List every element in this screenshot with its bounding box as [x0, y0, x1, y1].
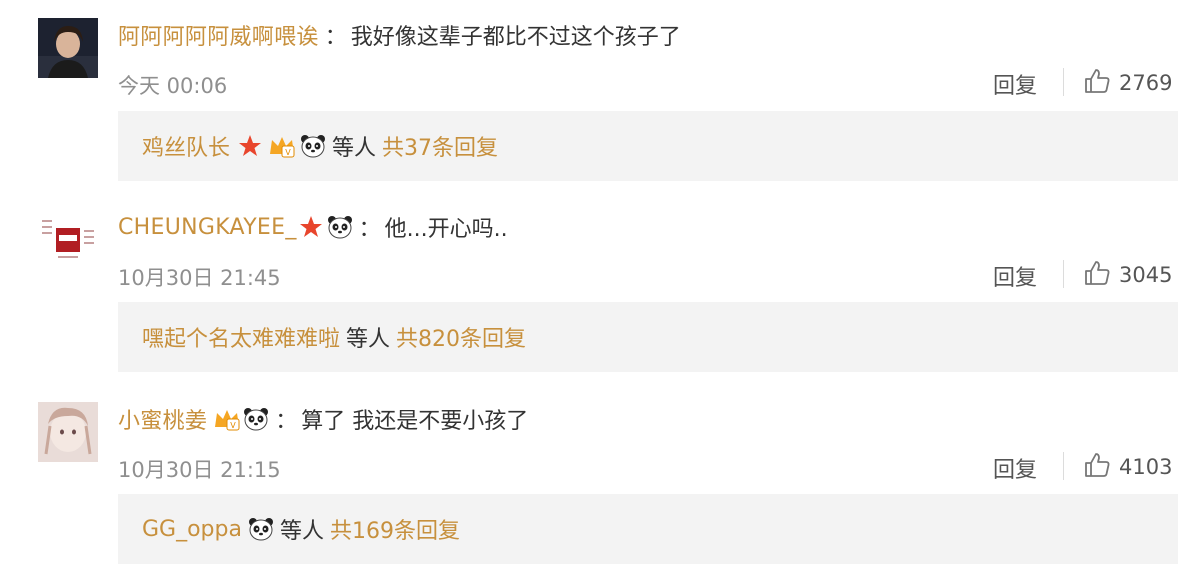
- username[interactable]: CHEUNGKAYEE_: [118, 215, 297, 240]
- user-avatar[interactable]: [38, 210, 98, 270]
- username[interactable]: 阿阿阿阿阿威啊喂诶: [118, 19, 319, 51]
- like-count: 2769: [1119, 71, 1173, 95]
- crown-vip-icon: V: [213, 407, 241, 431]
- like-button[interactable]: 3045: [1083, 259, 1172, 291]
- reply-button[interactable]: 回复: [993, 68, 1037, 100]
- comment-line: 小蜜桃姜 V ： 算了 我还是不要小孩了: [118, 402, 528, 436]
- like-count: 4103: [1119, 455, 1173, 479]
- comment-timestamp: 10月30日 21:15: [118, 458, 281, 482]
- thumbs-up-icon: [1083, 259, 1111, 291]
- username[interactable]: 小蜜桃姜: [118, 403, 207, 435]
- colon-separator: ：: [324, 25, 347, 50]
- thumbs-up-icon: [1083, 67, 1111, 99]
- reply-total-link[interactable]: 共169条回复: [330, 513, 460, 545]
- colon-separator: ：: [275, 409, 298, 434]
- panda-icon: [327, 215, 353, 239]
- divider: [1063, 452, 1064, 480]
- thumbs-up-icon: [1083, 451, 1111, 483]
- reply-summary[interactable]: GG_oppa 等人 共169条回复: [118, 494, 1178, 564]
- reply-etc-label: 等人: [279, 519, 324, 544]
- like-button[interactable]: 4103: [1083, 451, 1172, 483]
- reply-summary[interactable]: 鸡丝队长 V 等人 共37条回复: [118, 111, 1178, 181]
- crown-vip-icon: V: [268, 134, 296, 158]
- reply-etc-label: 等人: [332, 136, 377, 161]
- svg-text:V: V: [285, 148, 291, 157]
- comment-timestamp: 今天 00:06: [118, 74, 228, 98]
- reply-total-link[interactable]: 共820条回复: [396, 321, 526, 353]
- reply-button[interactable]: 回复: [993, 452, 1037, 484]
- divider: [1063, 260, 1064, 288]
- red-star-icon: [299, 215, 323, 239]
- comment-line: 阿阿阿阿阿威啊喂诶 ： 我好像这辈子都比不过这个孩子了: [118, 18, 681, 52]
- comment-text: 算了 我还是不要小孩了: [301, 409, 529, 434]
- reply-summary[interactable]: 嘿起个名太难难难啦 等人 共820条回复: [118, 302, 1178, 372]
- reply-user-names[interactable]: 嘿起个名太难难难啦: [142, 321, 340, 353]
- like-count: 3045: [1119, 263, 1173, 287]
- reply-button[interactable]: 回复: [993, 260, 1037, 292]
- comment-text: 他...开心吗..: [384, 217, 508, 242]
- panda-icon: [248, 517, 274, 541]
- reply-user-names[interactable]: 鸡丝队长: [142, 130, 230, 162]
- comment-list: 阿阿阿阿阿威啊喂诶 ： 我好像这辈子都比不过这个孩子了 今天 00:06 回复 …: [0, 0, 1200, 585]
- reply-user-names[interactable]: GG_oppa: [142, 517, 242, 542]
- divider: [1063, 68, 1064, 96]
- user-avatar[interactable]: [38, 18, 98, 78]
- svg-text:V: V: [230, 421, 236, 430]
- user-avatar[interactable]: [38, 402, 98, 462]
- panda-icon: [243, 407, 269, 431]
- comment-line: CHEUNGKAYEE_ ： 他...开心吗..: [118, 210, 508, 244]
- colon-separator: ：: [358, 217, 381, 242]
- reply-total-link[interactable]: 共37条回复: [382, 130, 498, 162]
- panda-icon: [300, 134, 326, 158]
- comment-timestamp: 10月30日 21:45: [118, 266, 281, 290]
- reply-etc-label: 等人: [346, 327, 391, 352]
- red-star-icon: [238, 134, 262, 158]
- like-button[interactable]: 2769: [1083, 67, 1172, 99]
- comment-text: 我好像这辈子都比不过这个孩子了: [350, 25, 681, 50]
